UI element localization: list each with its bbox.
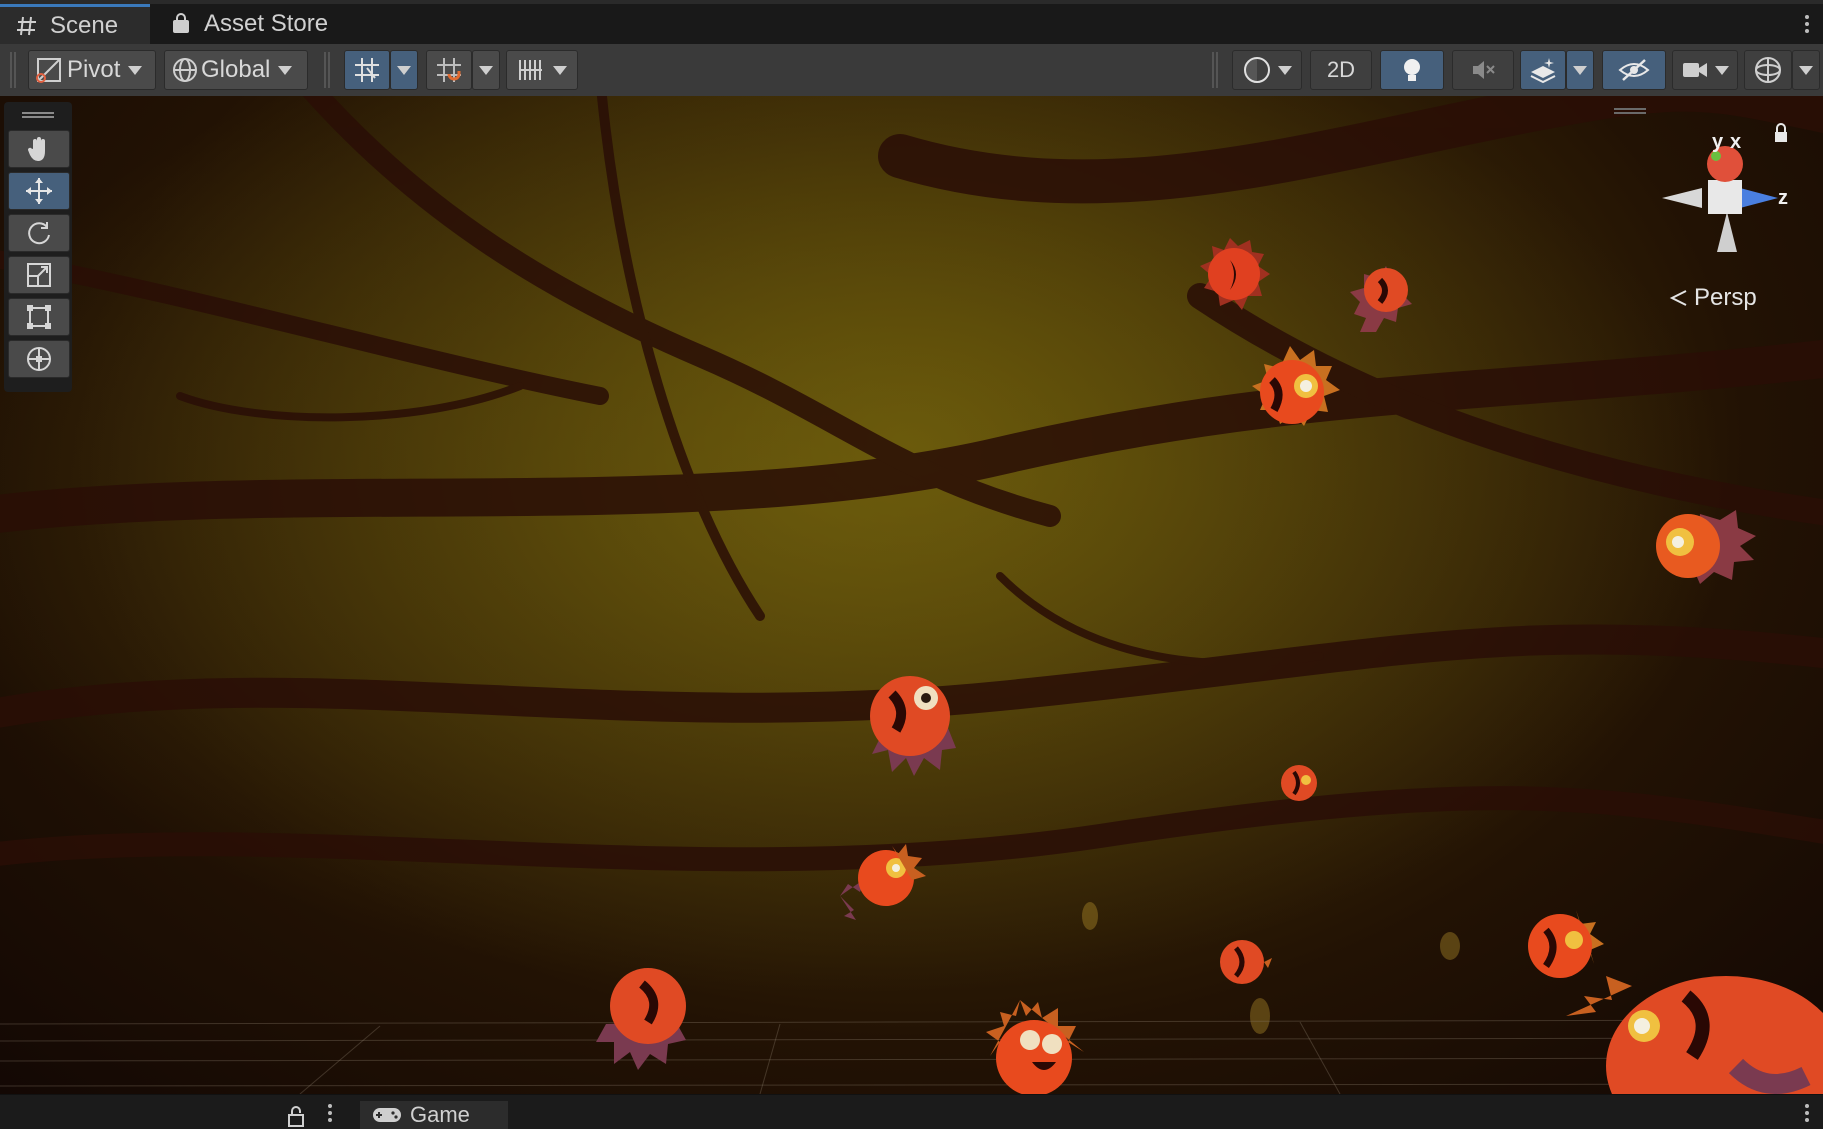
lighting-toggle-button[interactable]	[1380, 50, 1444, 90]
rotate-tool-button[interactable]	[8, 214, 70, 252]
eye-slash-icon	[1618, 59, 1650, 81]
tab-scene[interactable]: Scene	[0, 4, 150, 44]
projection-toggle[interactable]: Persp	[1668, 284, 1757, 312]
creature-sprite[interactable]	[830, 836, 930, 926]
tab-scene-label: Scene	[50, 11, 119, 39]
tab-menu-kebab-icon[interactable]	[1803, 12, 1811, 38]
layers-sparkle-icon	[1530, 58, 1556, 84]
grid-snap-icon	[355, 58, 379, 82]
global-label: Global	[201, 56, 271, 83]
chevron-down-icon	[553, 65, 567, 75]
orientation-gizmo[interactable]: y x z	[1650, 116, 1800, 266]
tab-asset-store-label: Asset Store	[204, 10, 329, 37]
transform-tool-button[interactable]	[8, 340, 70, 378]
lock-icon	[1775, 123, 1787, 142]
hand-icon	[27, 137, 45, 161]
tab-asset-store[interactable]: Asset Store	[168, 4, 348, 44]
editor-tab-bar: Scene Asset Store	[0, 0, 1823, 44]
effects-dropdown[interactable]	[1566, 50, 1594, 90]
toolbar-grip[interactable]	[324, 52, 330, 88]
audio-toggle-button[interactable]	[1452, 50, 1514, 90]
global-dropdown[interactable]: Global	[164, 50, 308, 90]
gizmos-button[interactable]	[1744, 50, 1792, 90]
gizmo-sphere-icon	[1755, 57, 1781, 83]
creature-sprite[interactable]	[1240, 340, 1350, 440]
tab-game[interactable]: Game	[360, 1101, 508, 1129]
creature-sprite[interactable]	[1330, 252, 1420, 342]
tab-game-label: Game	[410, 1102, 470, 1127]
scene-toolbar: Pivot Global 2D	[0, 44, 1823, 97]
gizmo-neg-y-cone	[1717, 212, 1737, 252]
ruler-grid-button[interactable]	[506, 50, 578, 90]
ruler-icon	[519, 60, 542, 80]
camera-icon	[1683, 63, 1707, 77]
chevron-down-icon	[479, 65, 493, 75]
shading-mode-dropdown[interactable]	[1232, 50, 1302, 90]
game-menu-kebab-icon[interactable]	[1803, 1101, 1811, 1127]
globe-icon	[173, 58, 197, 82]
rotate-icon	[28, 222, 50, 245]
toolbar-grip[interactable]	[10, 52, 16, 88]
sphere-shading-icon	[1244, 57, 1270, 83]
gizmo-z-cone	[1740, 188, 1778, 208]
pivot-dropdown[interactable]: Pivot	[28, 50, 156, 90]
speaker-muted-icon	[1473, 61, 1495, 79]
creature-sprite[interactable]	[592, 964, 702, 1074]
pivot-label: Pivot	[67, 56, 121, 83]
increment-snap-dropdown[interactable]	[472, 50, 500, 90]
rect-transform-icon	[27, 305, 51, 329]
scale-icon	[27, 263, 51, 287]
transform-tool-palette	[4, 102, 72, 392]
gizmo-x-label: x	[1730, 131, 1741, 153]
scene-visibility-button[interactable]	[1602, 50, 1666, 90]
bottom-panel-bar: Game	[0, 1094, 1823, 1129]
shopping-bag-icon	[168, 11, 194, 37]
chevron-down-icon	[397, 65, 411, 75]
combined-transform-icon	[27, 347, 51, 371]
gizmo-z-label: z	[1778, 187, 1788, 209]
increment-snap-button[interactable]	[426, 50, 472, 90]
hand-tool-button[interactable]	[8, 130, 70, 168]
effects-toggle-button[interactable]	[1520, 50, 1566, 90]
gizmos-dropdown[interactable]	[1792, 50, 1820, 90]
creature-sprite[interactable]	[1566, 956, 1823, 1094]
grid-snapping-button[interactable]	[344, 50, 390, 90]
move-arrows-icon	[26, 178, 52, 204]
camera-settings-dropdown[interactable]	[1672, 50, 1738, 90]
2d-toggle-label: 2D	[1326, 57, 1356, 82]
pivot-icon	[36, 58, 61, 83]
hash-icon	[14, 13, 40, 39]
rect-tool-button[interactable]	[8, 298, 70, 336]
chevron-down-icon	[128, 65, 143, 75]
creature-sprite[interactable]	[852, 664, 972, 784]
creature-sprite[interactable]	[1274, 758, 1324, 808]
scene-viewport[interactable]: y x z Persp	[0, 96, 1823, 1094]
chevron-left-icon	[1669, 290, 1687, 306]
gizmo-neg-x-cone	[1662, 188, 1702, 208]
chevron-down-icon	[1799, 65, 1813, 75]
chevron-down-icon	[278, 65, 293, 75]
scale-tool-button[interactable]	[8, 256, 70, 294]
chevron-down-icon	[1715, 65, 1729, 75]
creature-sprite[interactable]	[1640, 500, 1760, 590]
grid-snapping-dropdown[interactable]	[390, 50, 418, 90]
creature-sprite[interactable]	[1214, 932, 1274, 992]
creature-sprite[interactable]	[980, 996, 1090, 1094]
gamepad-icon	[373, 1108, 401, 1122]
magnet-grid-icon	[437, 58, 461, 82]
projection-label: Persp	[1694, 284, 1757, 311]
overlay-drag-handle[interactable]	[1614, 108, 1646, 114]
chevron-down-icon	[1278, 65, 1292, 75]
lock-icon[interactable]	[286, 1105, 306, 1127]
2d-toggle-button[interactable]: 2D	[1310, 50, 1372, 90]
gizmo-y-label: y	[1712, 131, 1724, 153]
palette-drag-handle[interactable]	[22, 112, 54, 118]
chevron-down-icon	[1573, 65, 1587, 75]
toolbar-grip[interactable]	[1212, 52, 1218, 88]
lightbulb-icon	[1404, 59, 1420, 81]
panel-menu-kebab-icon[interactable]	[326, 1101, 334, 1127]
move-tool-button[interactable]	[8, 172, 70, 210]
creature-sprite[interactable]	[1190, 230, 1280, 320]
